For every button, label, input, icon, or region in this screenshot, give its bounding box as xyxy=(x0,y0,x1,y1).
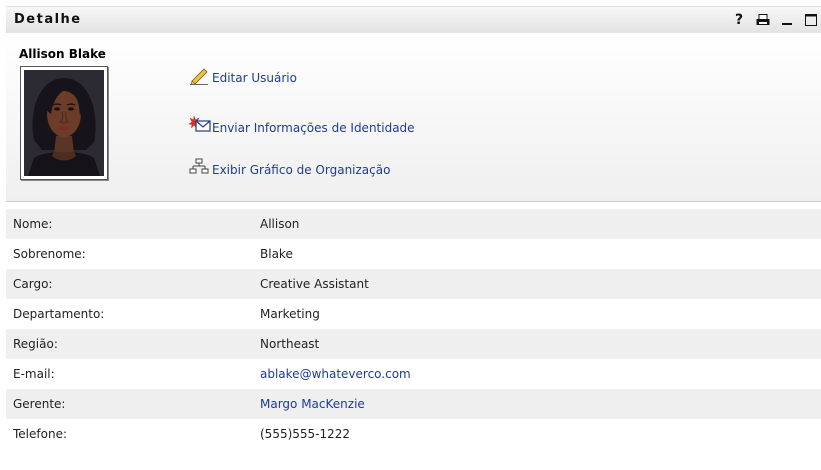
field-label: Telefone: xyxy=(13,427,67,441)
field-value: Creative Assistant xyxy=(260,277,369,291)
edit-user-action[interactable]: Editar Usuário xyxy=(189,65,297,86)
table-row: Região: Northeast xyxy=(6,329,821,359)
user-name: Allison Blake xyxy=(19,47,106,61)
field-label: E-mail: xyxy=(13,367,55,381)
org-chart-action[interactable]: Exibir Gráfico de Organização xyxy=(189,157,390,177)
send-identity-link[interactable]: Enviar Informações de Identidade xyxy=(212,121,415,135)
detail-window: Detalhe ? Allison Blake Editar Usuário E… xyxy=(0,0,821,470)
help-icon[interactable]: ? xyxy=(729,10,749,30)
send-identity-action[interactable]: Enviar Informações de Identidade xyxy=(188,115,415,135)
print-icon[interactable] xyxy=(753,10,773,30)
table-row: Cargo: Creative Assistant xyxy=(6,269,821,299)
maximize-icon[interactable] xyxy=(801,10,821,30)
envelope-icon xyxy=(188,115,211,135)
detail-table: Nome: Allison Sobrenome: Blake Cargo: Cr… xyxy=(6,209,821,449)
portrait-image xyxy=(24,70,104,176)
table-row: Gerente: Margo MacKenzie xyxy=(6,389,821,419)
email-link[interactable]: ablake@whateverco.com xyxy=(260,367,411,381)
org-chart-link[interactable]: Exibir Gráfico de Organização xyxy=(212,163,390,177)
field-value: (555)555-1222 xyxy=(260,427,351,441)
field-label: Nome: xyxy=(13,217,53,231)
field-label: Região: xyxy=(13,337,58,351)
table-row: Nome: Allison xyxy=(6,209,821,239)
user-header: Allison Blake Editar Usuário Enviar Info… xyxy=(6,33,821,202)
manager-link[interactable]: Margo MacKenzie xyxy=(260,397,365,411)
table-row: E-mail: ablake@whateverco.com xyxy=(6,359,821,389)
panel-titlebar: Detalhe ? xyxy=(6,6,821,34)
field-value: Marketing xyxy=(260,307,320,321)
table-row: Sobrenome: Blake xyxy=(6,239,821,269)
org-chart-icon xyxy=(189,157,211,177)
field-label: Gerente: xyxy=(13,397,66,411)
titlebar-controls: ? xyxy=(725,10,821,30)
field-value: Northeast xyxy=(260,337,320,351)
table-row: Departamento: Marketing xyxy=(6,299,821,329)
pencil-icon xyxy=(189,65,211,86)
field-value: Allison xyxy=(260,217,300,231)
edit-user-link[interactable]: Editar Usuário xyxy=(212,71,297,85)
field-label: Cargo: xyxy=(13,277,53,291)
minimize-icon[interactable] xyxy=(777,10,797,30)
table-row: Telefone: (555)555-1222 xyxy=(6,419,821,449)
field-label: Departamento: xyxy=(13,307,105,321)
field-label: Sobrenome: xyxy=(13,247,86,261)
field-value: Blake xyxy=(260,247,293,261)
user-photo xyxy=(20,66,108,180)
panel-title: Detalhe xyxy=(14,12,82,27)
